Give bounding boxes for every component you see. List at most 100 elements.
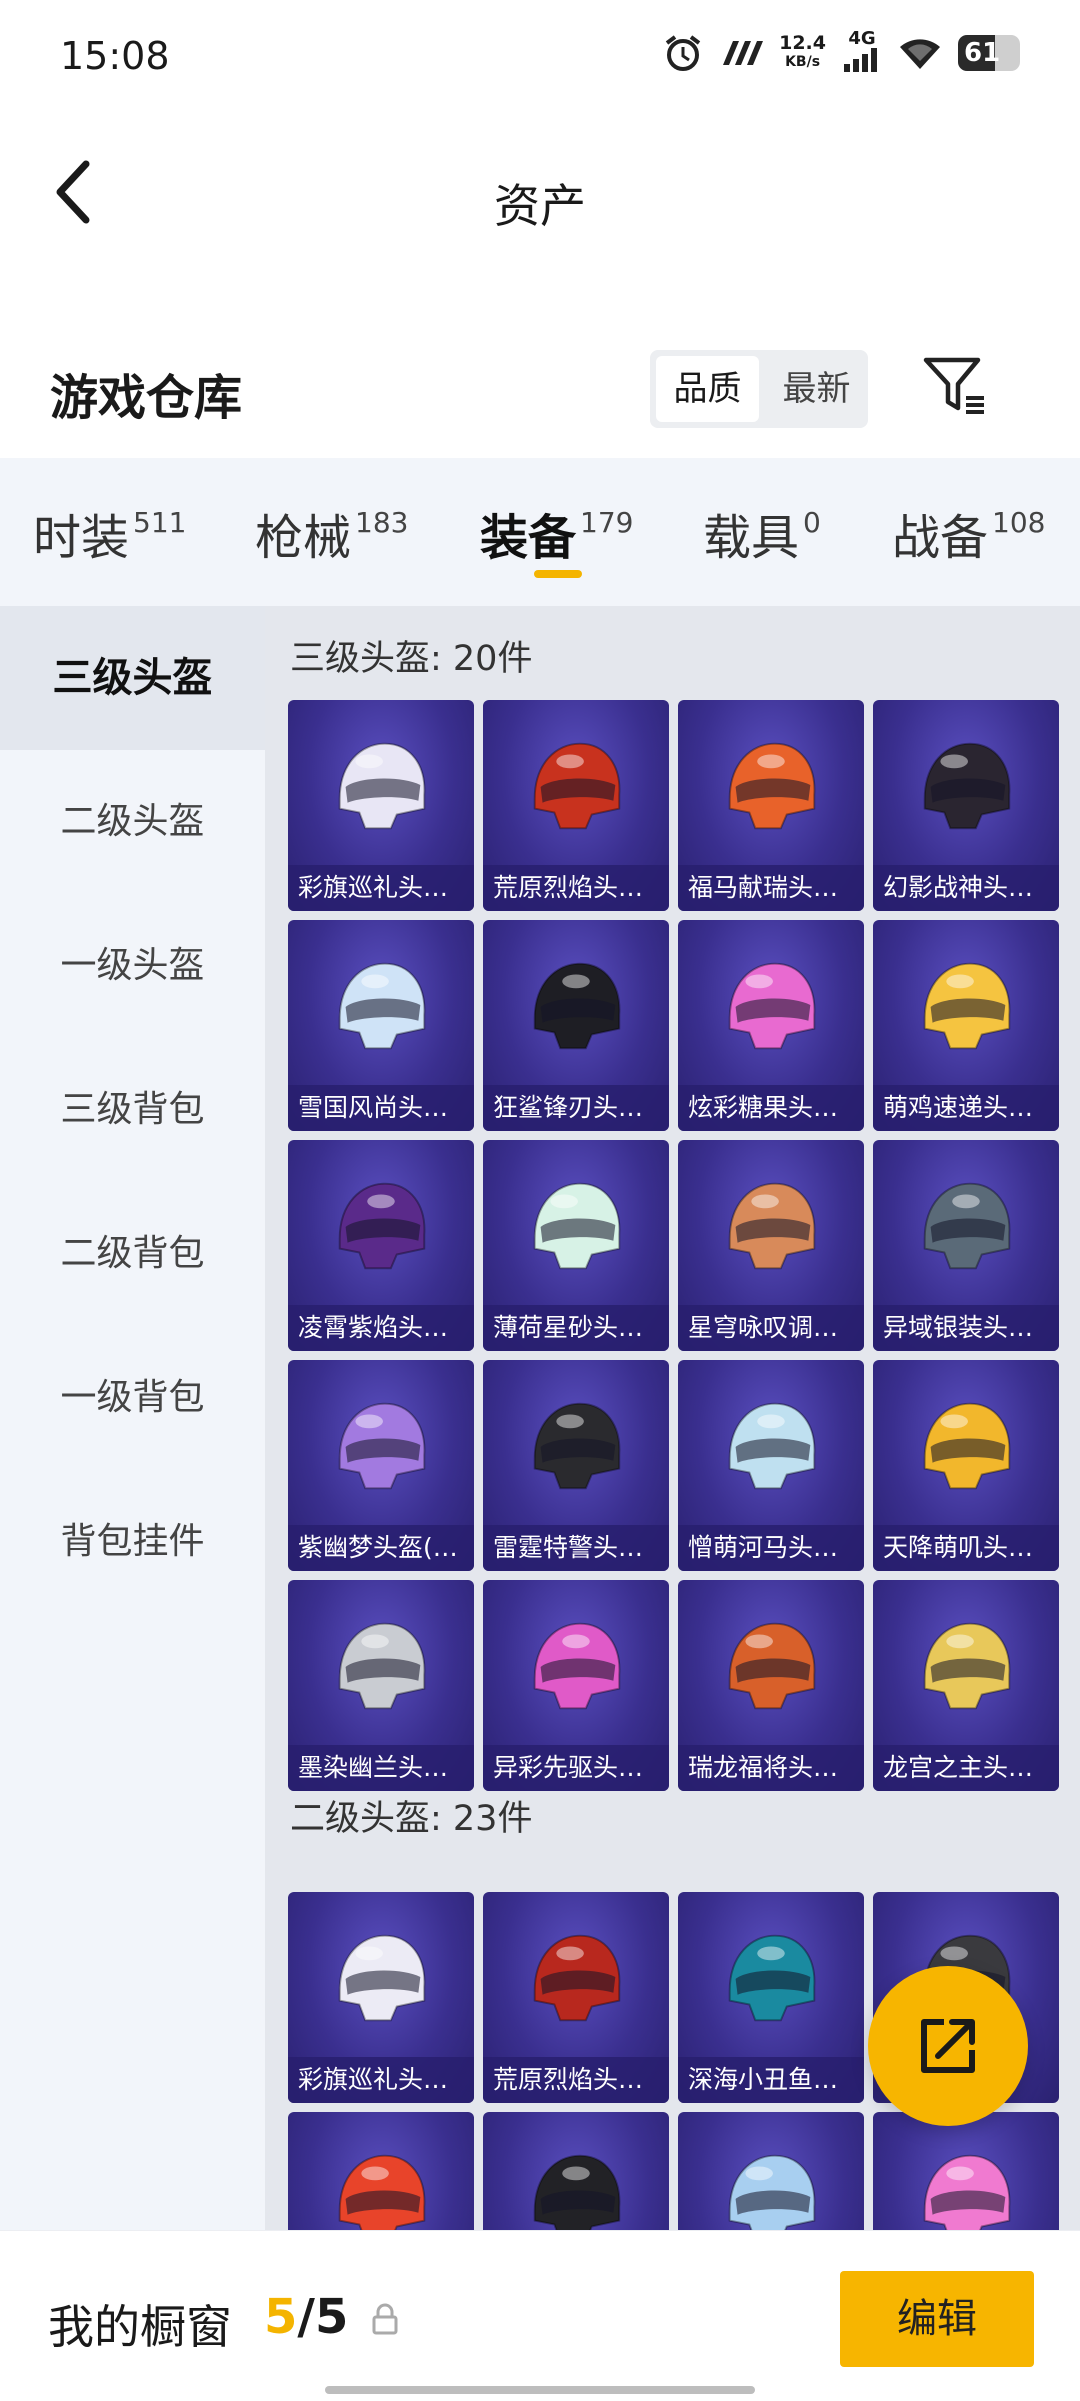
sidebar-item-level1-backpack[interactable]: 一级背包 xyxy=(0,1326,265,1470)
sidebar-item-level3-backpack[interactable]: 三级背包 xyxy=(0,1038,265,1182)
item-card[interactable]: 福马献瑞头盔... xyxy=(678,700,864,911)
item-card[interactable]: 狂鲨锋刃头盔... xyxy=(483,920,669,1131)
tab-battle-gear[interactable]: 战备 108 xyxy=(892,498,1045,568)
clownfish-helmet-icon xyxy=(728,1934,816,2022)
network-type: 4G xyxy=(848,28,876,49)
status-time: 15:08 xyxy=(60,34,170,78)
chick-helmet-icon xyxy=(923,962,1011,1050)
section-title: 二级头盔: 23件 xyxy=(290,1799,533,1839)
filter-icon xyxy=(923,357,984,414)
item-name: 雷霆特警头盔... xyxy=(483,1525,669,1571)
violet-dream-helmet-icon xyxy=(338,1402,426,1490)
item-name: 萌鸡速递头盔... xyxy=(873,1085,1059,1131)
orange-horse-helmet-icon xyxy=(728,742,816,830)
tab-count: 183 xyxy=(355,506,409,539)
item-name: 龙宫之主头盔... xyxy=(873,1745,1059,1791)
showcase-bar: 我的橱窗 5/5 编辑 xyxy=(0,2230,1080,2401)
home-indicator[interactable] xyxy=(325,2386,755,2394)
item-name: 荒原烈焰头盔... xyxy=(483,2057,669,2103)
item-card[interactable]: 萌鸡速递头盔... xyxy=(873,920,1059,1131)
item-card[interactable]: 炫彩糖果头盔... xyxy=(678,920,864,1131)
silver-helmet-icon xyxy=(923,1182,1011,1270)
showcase-title: 我的橱窗 xyxy=(48,2300,232,2354)
item-card[interactable]: 墨染幽兰头盔... xyxy=(288,1580,474,1791)
yellow-cute-helmet-icon xyxy=(923,1402,1011,1490)
purple-flame-helmet-icon xyxy=(338,1182,426,1270)
edit-showcase-button[interactable]: 编辑 xyxy=(840,2271,1034,2367)
item-name: 雪国风尚头盔... xyxy=(288,1085,474,1131)
item-card[interactable]: 幻影战神头盔... xyxy=(873,700,1059,911)
item-card[interactable]: 雷霆特警头盔... xyxy=(483,1360,669,1571)
item-card[interactable] xyxy=(678,2112,864,2230)
item-card[interactable]: 憎萌河马头盔... xyxy=(678,1360,864,1571)
tab-label: 枪械 xyxy=(255,510,352,566)
showcase-current: 5 xyxy=(264,2289,298,2345)
item-card[interactable] xyxy=(483,2112,669,2230)
alarm-icon xyxy=(665,35,701,71)
tab-count: 179 xyxy=(580,506,634,539)
speed-unit: KB/s xyxy=(785,54,821,70)
mint-helmet-icon xyxy=(533,1182,621,1270)
item-card[interactable]: 紫幽梦头盔(3... xyxy=(288,1360,474,1571)
item-card[interactable] xyxy=(873,2112,1059,2230)
item-name: 紫幽梦头盔(3... xyxy=(288,1525,474,1571)
share-icon xyxy=(921,2019,975,2073)
item-card[interactable]: 瑞龙福将头盔... xyxy=(678,1580,864,1791)
sidebar-item-level3-helmet[interactable]: 三级头盔 xyxy=(0,606,265,750)
item-card[interactable]: 荒原烈焰头盔... xyxy=(483,700,669,911)
item-card[interactable]: 异彩先驱头盔... xyxy=(483,1580,669,1791)
item-card[interactable]: 天降萌叽头盔... xyxy=(873,1360,1059,1571)
item-name: 彩旗巡礼头盔... xyxy=(288,2057,474,2103)
showcase-total: 5 xyxy=(314,2289,349,2345)
item-card[interactable]: 龙宫之主头盔... xyxy=(873,1580,1059,1791)
item-name: 凌霄紫焰头盔... xyxy=(288,1305,474,1351)
item-name: 狂鲨锋刃头盔... xyxy=(483,1085,669,1131)
swat-helmet-icon xyxy=(533,1402,621,1490)
item-card[interactable]: 彩旗巡礼头盔... xyxy=(288,1892,474,2103)
pink-pioneer-helmet-icon xyxy=(533,1622,621,1710)
item-card[interactable] xyxy=(288,2112,474,2230)
item-card[interactable]: 雪国风尚头盔... xyxy=(288,920,474,1131)
tab-vehicles[interactable]: 载具 0 xyxy=(703,498,821,568)
sidebar-item-level2-helmet[interactable]: 二级头盔 xyxy=(0,750,265,894)
lock-icon xyxy=(372,2303,398,2335)
hippo-helmet-icon xyxy=(728,1402,816,1490)
sidebar-item-backpack-charm[interactable]: 背包挂件 xyxy=(0,1470,265,1614)
item-card[interactable]: 彩旗巡礼头盔... xyxy=(288,700,474,911)
shark-helmet-icon xyxy=(533,962,621,1050)
tab-label: 载具 xyxy=(703,510,800,566)
sort-quality-button[interactable]: 品质 xyxy=(656,356,759,422)
item-name: 彩旗巡礼头盔... xyxy=(288,865,474,911)
speed-value: 12.4 xyxy=(779,32,826,54)
filter-button[interactable] xyxy=(920,350,990,420)
item-name: 福马献瑞头盔... xyxy=(678,865,864,911)
tab-equipment[interactable]: 装备 179 xyxy=(480,498,633,568)
item-card[interactable]: 星穹咏叹调头... xyxy=(678,1140,864,1351)
tab-firearms[interactable]: 枪械 183 xyxy=(255,498,408,568)
item-name: 薄荷星砂头盔... xyxy=(483,1305,669,1351)
sort-latest-button[interactable]: 最新 xyxy=(765,356,868,422)
black-purple-helmet-icon xyxy=(923,742,1011,830)
black-white-helmet-icon xyxy=(533,2154,621,2230)
red-flame-helmet-icon xyxy=(533,1934,621,2022)
item-card[interactable]: 异域银装头盔... xyxy=(873,1140,1059,1351)
item-card[interactable]: 凌霄紫焰头盔... xyxy=(288,1140,474,1351)
sidebar-item-level2-backpack[interactable]: 二级背包 xyxy=(0,1182,265,1326)
white-gold-helmet-icon xyxy=(338,742,426,830)
category-tabs: 时装 511 枪械 183 装备 179 载具 0 战备 108 xyxy=(0,458,1080,606)
item-card[interactable]: 薄荷星砂头盔... xyxy=(483,1140,669,1351)
item-name: 异彩先驱头盔... xyxy=(483,1745,669,1791)
white-gold-helmet-icon xyxy=(338,1934,426,2022)
item-card[interactable]: 深海小丑鱼头... xyxy=(678,1892,864,2103)
item-card[interactable]: 荒原烈焰头盔... xyxy=(483,1892,669,2103)
item-name: 炫彩糖果头盔... xyxy=(678,1085,864,1131)
share-button[interactable] xyxy=(868,1966,1028,2126)
tab-label: 时装 xyxy=(33,510,130,566)
status-icons: 12.4 KB/s 4G 61 xyxy=(663,30,1020,76)
sidebar-item-level1-helmet[interactable]: 一级头盔 xyxy=(0,894,265,1038)
red-flame-helmet-icon xyxy=(533,742,621,830)
pink-candy-helmet-icon xyxy=(923,2154,1011,2230)
tab-fashion[interactable]: 时装 511 xyxy=(33,498,186,568)
cellular-signal-icon: 4G xyxy=(842,30,882,76)
dragon-general-helmet-icon xyxy=(728,1622,816,1710)
